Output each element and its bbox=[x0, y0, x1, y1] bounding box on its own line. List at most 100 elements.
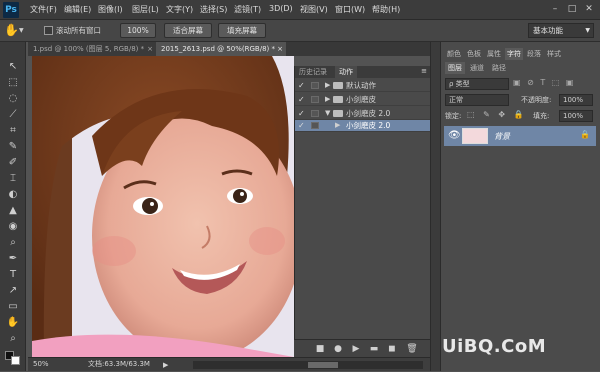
workspace-select[interactable]: 基本功能 ▼ bbox=[528, 23, 594, 38]
menu-image[interactable]: 图像(I) bbox=[98, 4, 123, 15]
dodge-tool-icon[interactable]: ✒ bbox=[4, 252, 22, 266]
dialog-toggle-icon[interactable] bbox=[311, 110, 319, 117]
quick-select-tool-icon[interactable]: ⟋ bbox=[4, 108, 22, 122]
brush-tool-icon[interactable]: ⌶ bbox=[4, 172, 22, 186]
document-size-info[interactable]: 文档:63.3M/63.3M bbox=[88, 358, 150, 371]
clone-stamp-tool-icon[interactable]: ◐ bbox=[4, 188, 22, 202]
close-button[interactable]: ✕ bbox=[582, 3, 596, 15]
layer-row-background[interactable]: 👁 背景 🔒 bbox=[444, 126, 596, 146]
menu-window[interactable]: 窗口(W) bbox=[335, 4, 365, 15]
tab-layers[interactable]: 图层 bbox=[445, 62, 465, 74]
menu-3d[interactable]: 3D(D) bbox=[269, 4, 293, 13]
zoom-level[interactable]: 50% bbox=[33, 358, 49, 371]
tab-paths[interactable]: 路径 bbox=[489, 62, 509, 74]
folder-icon bbox=[333, 110, 343, 117]
play-icon[interactable]: ▶ bbox=[350, 343, 362, 355]
background-color-swatch[interactable] bbox=[11, 356, 20, 365]
tab-history[interactable]: 历史记录 bbox=[295, 66, 331, 78]
new-set-icon[interactable]: ▬ bbox=[368, 343, 380, 355]
action-set-row[interactable]: ✓ ▶ 小剑磨皮 bbox=[295, 94, 431, 106]
gradient-tool-icon[interactable]: ⌕ bbox=[4, 236, 22, 250]
zoom-100-button[interactable]: 100% bbox=[120, 23, 156, 38]
blend-mode-select[interactable]: 正常 bbox=[445, 94, 509, 106]
lasso-tool-icon[interactable]: ◌ bbox=[4, 92, 22, 106]
history-brush-tool-icon[interactable]: ▲ bbox=[4, 204, 22, 218]
path-select-tool-icon[interactable]: ▭ bbox=[4, 300, 22, 314]
menu-view[interactable]: 视图(V) bbox=[300, 4, 328, 15]
status-bar: 50% 文档:63.3M/63.3M ▶ bbox=[28, 357, 430, 371]
action-row-selected[interactable]: ✓ ▶ 小剑磨皮 2.0 bbox=[295, 120, 431, 132]
dialog-toggle-icon[interactable] bbox=[311, 122, 319, 129]
hand-tool-icon[interactable]: ⌕ bbox=[4, 332, 22, 346]
collapse-arrow-icon[interactable]: ▼ bbox=[325, 108, 330, 119]
actions-panel-tabbar: 历史记录 动作 ≡ bbox=[295, 66, 431, 78]
lock-options-icons[interactable]: ⬚ ✎ ✥ 🔒 bbox=[467, 110, 527, 119]
menu-file[interactable]: 文件(F) bbox=[30, 4, 57, 15]
tab-actions[interactable]: 动作 bbox=[335, 66, 357, 78]
pen-tool-icon[interactable]: T bbox=[4, 268, 22, 282]
fill-label: 填充: bbox=[533, 112, 550, 120]
tab-character[interactable]: 字符 bbox=[505, 48, 523, 60]
menu-layer[interactable]: 图层(L) bbox=[132, 4, 159, 15]
dialog-toggle-icon[interactable] bbox=[311, 96, 319, 103]
tab-document-2[interactable]: 2015_2613.psd @ 50%(RGB/8) * × bbox=[156, 42, 286, 56]
tab-paragraph[interactable]: 段落 bbox=[525, 48, 543, 60]
eye-visibility-icon[interactable]: 👁 bbox=[448, 130, 461, 141]
minimize-button[interactable]: – bbox=[548, 3, 562, 15]
menu-select[interactable]: 选择(S) bbox=[200, 4, 227, 15]
tab-properties[interactable]: 属性 bbox=[485, 48, 503, 60]
toggle-check-icon[interactable]: ✓ bbox=[298, 80, 307, 91]
photoshop-logo: Ps bbox=[3, 2, 19, 18]
tab-styles[interactable]: 样式 bbox=[545, 48, 563, 60]
close-tab-icon[interactable]: × bbox=[147, 42, 153, 56]
stop-icon[interactable]: ■ bbox=[314, 343, 326, 355]
filter-type-icons[interactable]: ▣ ⊘ T ⬚ ▣ bbox=[513, 78, 575, 87]
layer-filter-select[interactable]: ρ 类型 bbox=[445, 78, 509, 90]
fill-input[interactable]: 100% bbox=[559, 110, 593, 122]
action-set-row[interactable]: ✓ ▼ 小剑磨皮 2.0 bbox=[295, 108, 431, 120]
maximize-button[interactable]: □ bbox=[565, 3, 579, 15]
tab-swatches[interactable]: 色板 bbox=[465, 48, 483, 60]
toggle-check-icon[interactable]: ✓ bbox=[298, 94, 307, 105]
blend-mode-value: 正常 bbox=[449, 96, 463, 104]
hand-tool-icon[interactable]: ✋ bbox=[4, 23, 19, 37]
horizontal-scrollbar[interactable] bbox=[193, 361, 423, 369]
expand-arrow-icon[interactable]: ▶ bbox=[335, 120, 340, 131]
shape-tool-icon[interactable]: ✋ bbox=[4, 316, 22, 330]
menu-edit[interactable]: 编辑(E) bbox=[64, 4, 91, 15]
trash-icon[interactable]: 🗑 bbox=[406, 343, 418, 355]
panel-menu-icon[interactable]: ≡ bbox=[421, 67, 427, 75]
crop-tool-icon[interactable]: ⌗ bbox=[4, 124, 22, 138]
close-tab-icon[interactable]: × bbox=[277, 42, 283, 56]
toggle-check-icon[interactable]: ✓ bbox=[298, 108, 307, 119]
record-icon[interactable]: ● bbox=[332, 343, 344, 355]
action-set-row[interactable]: ✓ ▶ 默认动作 bbox=[295, 80, 431, 92]
eraser-tool-icon[interactable]: ◉ bbox=[4, 220, 22, 234]
action-label: 小剑磨皮 2.0 bbox=[346, 121, 391, 130]
eyedropper-tool-icon[interactable]: ✎ bbox=[4, 140, 22, 154]
opacity-input[interactable]: 100% bbox=[559, 94, 593, 106]
move-tool-icon[interactable]: ↖ bbox=[4, 60, 22, 74]
marquee-tool-icon[interactable]: ⬚ bbox=[4, 76, 22, 90]
tab-document-1[interactable]: 1.psd @ 100% (图层 5, RGB/8) * × bbox=[28, 42, 156, 56]
expand-arrow-icon[interactable]: ▶ bbox=[325, 94, 330, 105]
toggle-check-icon[interactable]: ✓ bbox=[298, 120, 307, 131]
document-canvas[interactable] bbox=[32, 56, 294, 357]
menu-filter[interactable]: 滤镜(T) bbox=[234, 4, 261, 15]
scroll-all-checkbox[interactable] bbox=[44, 26, 53, 35]
fit-screen-button[interactable]: 适合屏幕 bbox=[164, 23, 212, 38]
status-menu-icon[interactable]: ▶ bbox=[163, 359, 168, 372]
menu-help[interactable]: 帮助(H) bbox=[372, 4, 400, 15]
new-action-icon[interactable]: ◼ bbox=[386, 343, 398, 355]
expand-arrow-icon[interactable]: ▶ bbox=[325, 80, 330, 91]
tab-color[interactable]: 颜色 bbox=[445, 48, 463, 60]
fill-screen-button[interactable]: 填充屏幕 bbox=[218, 23, 266, 38]
tab-channels[interactable]: 通道 bbox=[467, 62, 487, 74]
healing-brush-tool-icon[interactable]: ✐ bbox=[4, 156, 22, 170]
tool-preset-dropdown-icon[interactable]: ▼ bbox=[19, 27, 24, 34]
menu-type[interactable]: 文字(Y) bbox=[166, 4, 193, 15]
type-tool-icon[interactable]: ↗ bbox=[4, 284, 22, 298]
layer-thumbnail bbox=[462, 128, 488, 144]
dialog-toggle-icon[interactable] bbox=[311, 82, 319, 89]
scrollbar-thumb[interactable] bbox=[308, 362, 338, 368]
